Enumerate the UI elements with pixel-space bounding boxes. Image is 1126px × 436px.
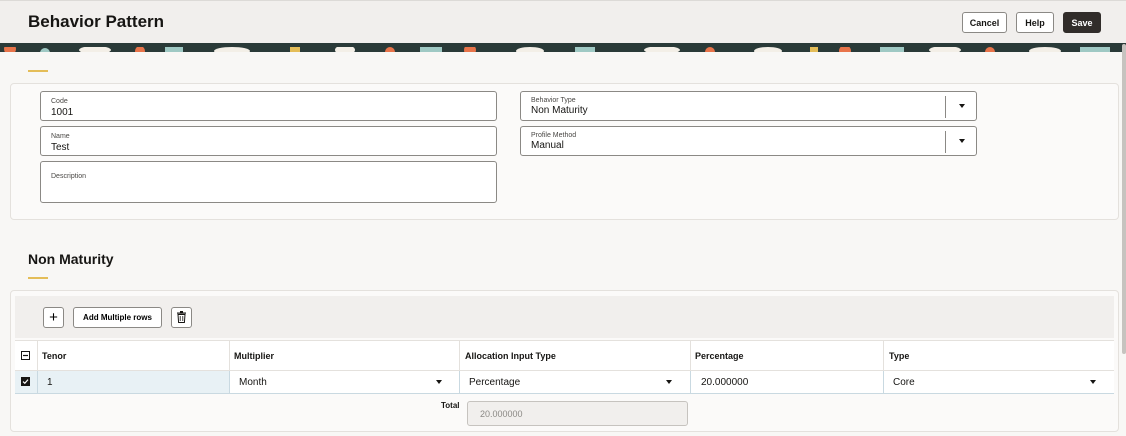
behavior-type-value: Non Maturity: [531, 105, 588, 116]
column-separator: [37, 341, 38, 371]
check-icon: [22, 379, 29, 385]
type-select[interactable]: [883, 371, 1114, 393]
save-button[interactable]: Save: [1063, 12, 1101, 33]
total-label: Total: [441, 401, 460, 410]
banner-pattern-graphic: [0, 43, 1126, 52]
help-button[interactable]: Help: [1016, 12, 1054, 33]
chevron-down-icon[interactable]: [959, 104, 965, 108]
column-separator: [690, 341, 691, 371]
behavior-type-select[interactable]: Behavior Type Non Maturity: [520, 91, 977, 121]
vertical-scrollbar[interactable]: [1122, 44, 1126, 354]
description-field[interactable]: Description: [40, 161, 497, 203]
plus-icon: +: [49, 309, 58, 326]
section-accent-line: [28, 277, 48, 279]
select-all-checkbox[interactable]: [21, 351, 30, 360]
add-multiple-rows-button[interactable]: Add Multiple rows: [73, 307, 162, 328]
select-divider: [945, 131, 946, 153]
profile-method-value: Manual: [531, 140, 564, 151]
total-value: 20.000000: [480, 409, 523, 419]
column-separator: [459, 341, 460, 371]
allocation-input-type-cell: Percentage: [469, 377, 521, 388]
add-row-button[interactable]: +: [43, 307, 64, 328]
name-label: Name: [51, 133, 70, 140]
chevron-down-icon[interactable]: [959, 139, 965, 143]
table-row[interactable]: 1 Month Percentage 20.000000 Core: [15, 371, 1114, 394]
minus-icon: [23, 354, 28, 357]
column-header-multiplier[interactable]: Multiplier: [234, 351, 274, 361]
decorative-banner: [0, 43, 1126, 52]
profile-method-select[interactable]: Profile Method Manual: [520, 126, 977, 156]
type-cell: Core: [893, 377, 915, 388]
trash-icon: [177, 311, 186, 323]
chevron-down-icon[interactable]: [436, 380, 442, 384]
row-checkbox[interactable]: [21, 377, 30, 386]
total-field: 20.000000: [467, 401, 688, 426]
code-value: 1001: [51, 107, 74, 118]
select-divider: [945, 96, 946, 118]
section-title: Non Maturity: [28, 251, 114, 267]
table-toolbar: + Add Multiple rows: [15, 296, 1114, 338]
profile-method-label: Profile Method: [531, 132, 577, 139]
code-field[interactable]: Code 1001: [40, 91, 497, 121]
section-accent-line: [28, 70, 48, 72]
behavior-type-label: Behavior Type: [531, 97, 576, 104]
tenor-cell[interactable]: 1: [47, 377, 53, 388]
page-header: Behavior Pattern Cancel Help Save: [0, 0, 1126, 44]
description-label: Description: [51, 173, 87, 180]
delete-row-button[interactable]: [171, 307, 192, 328]
column-separator: [883, 341, 884, 371]
cancel-button[interactable]: Cancel: [962, 12, 1007, 33]
column-header-allocation-input-type[interactable]: Allocation Input Type: [465, 351, 556, 361]
column-header-tenor[interactable]: Tenor: [42, 351, 66, 361]
code-label: Code: [51, 98, 68, 105]
chevron-down-icon[interactable]: [1090, 380, 1096, 384]
percentage-cell: 20.000000: [701, 377, 749, 388]
table-header: Tenor Multiplier Allocation Input Type P…: [15, 340, 1114, 371]
multiplier-cell: Month: [239, 377, 267, 388]
chevron-down-icon[interactable]: [666, 380, 672, 384]
column-separator: [229, 341, 230, 371]
name-value: Test: [51, 142, 70, 153]
page-title: Behavior Pattern: [28, 12, 165, 31]
column-header-type[interactable]: Type: [889, 351, 909, 361]
column-header-percentage[interactable]: Percentage: [695, 351, 744, 361]
name-field[interactable]: Name Test: [40, 126, 497, 156]
column-separator: [37, 371, 38, 393]
